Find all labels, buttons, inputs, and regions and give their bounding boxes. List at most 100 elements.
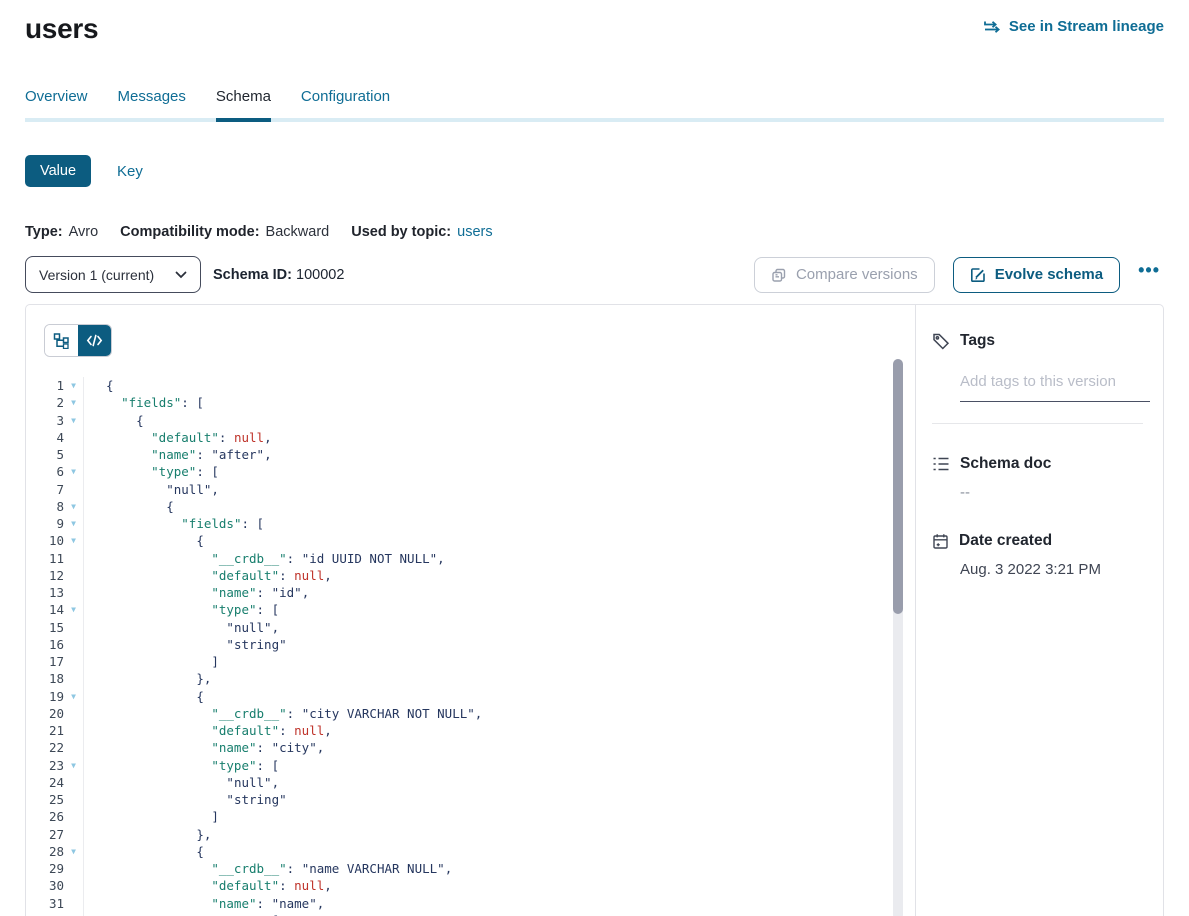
tab-schema[interactable]: Schema (216, 88, 271, 118)
code-content: "type": [ (83, 463, 915, 480)
code-line: 20 "__crdb__": "city VARCHAR NOT NULL", (26, 705, 915, 722)
line-number: 14 (26, 601, 64, 618)
key-toggle-button[interactable]: Key (117, 163, 143, 180)
fold-spacer (64, 429, 83, 446)
tab-configuration[interactable]: Configuration (301, 88, 390, 118)
code-line: 19▼ { (26, 688, 915, 705)
code-line: 17 ] (26, 653, 915, 670)
value-toggle-button[interactable]: Value (25, 155, 91, 187)
stream-lineage-link[interactable]: See in Stream lineage (984, 18, 1164, 35)
fold-toggle-icon[interactable]: ▼ (64, 601, 83, 618)
code-line: 6▼ "type": [ (26, 463, 915, 480)
fold-spacer (64, 619, 83, 636)
compare-versions-button[interactable]: Compare versions (754, 257, 935, 293)
line-number: 12 (26, 567, 64, 584)
code-line: 24 "null", (26, 774, 915, 791)
code-content: "type": [ (83, 912, 915, 916)
line-number: 26 (26, 808, 64, 825)
code-line: 11 "__crdb__": "id UUID NOT NULL", (26, 550, 915, 567)
code-line: 13 "name": "id", (26, 584, 915, 601)
evolve-schema-button[interactable]: Evolve schema (953, 257, 1120, 293)
fold-spacer (64, 860, 83, 877)
line-number: 10 (26, 532, 64, 549)
fold-toggle-icon[interactable]: ▼ (64, 377, 83, 394)
type-label: Type: (25, 224, 63, 240)
code-line: 30 "default": null, (26, 877, 915, 894)
schema-page: users See in Stream lineage Overview Mes… (0, 0, 1189, 916)
fold-spacer (64, 808, 83, 825)
line-number: 23 (26, 757, 64, 774)
code-content: { (83, 412, 915, 429)
line-number: 8 (26, 498, 64, 515)
meta-type: Type: Avro (25, 224, 98, 240)
code-line: 3▼ { (26, 412, 915, 429)
code-content: "null", (83, 774, 915, 791)
line-number: 31 (26, 895, 64, 912)
schema-doc-heading: Schema doc (932, 455, 1143, 473)
code-line: 1▼{ (26, 377, 915, 394)
sidebar-divider (932, 423, 1143, 424)
stream-lineage-label: See in Stream lineage (1009, 18, 1164, 35)
page-title: users (25, 12, 98, 46)
code-lines: 1▼{2▼ "fields": [3▼ {4 "default": null,5… (26, 377, 915, 916)
line-number: 1 (26, 377, 64, 394)
compare-versions-label: Compare versions (796, 266, 918, 283)
code-content: "name": "name", (83, 895, 915, 912)
used-by-topic-link[interactable]: users (457, 224, 492, 240)
code-line: 4 "default": null, (26, 429, 915, 446)
code-line: 28▼ { (26, 843, 915, 860)
fold-toggle-icon[interactable]: ▼ (64, 498, 83, 515)
type-value: Avro (69, 224, 99, 240)
evolve-schema-label: Evolve schema (995, 266, 1103, 283)
fold-spacer (64, 722, 83, 739)
fold-toggle-icon[interactable]: ▼ (64, 394, 83, 411)
code-line: 9▼ "fields": [ (26, 515, 915, 532)
tag-icon (932, 332, 950, 350)
tags-heading: Tags (932, 332, 1143, 350)
fold-toggle-icon[interactable]: ▼ (64, 515, 83, 532)
line-number: 6 (26, 463, 64, 480)
fold-spacer (64, 670, 83, 687)
code-content: "fields": [ (83, 515, 915, 532)
tab-messages[interactable]: Messages (118, 88, 186, 118)
version-controls: Version 1 (current) Schema ID: 100002 Co… (25, 256, 1164, 293)
code-editor[interactable]: 1▼{2▼ "fields": [3▼ {4 "default": null,5… (26, 359, 915, 916)
schema-sidebar: Tags Schema doc -- (915, 305, 1163, 916)
list-icon (932, 456, 950, 472)
fold-toggle-icon[interactable]: ▼ (64, 757, 83, 774)
code-line: 2▼ "fields": [ (26, 394, 915, 411)
fold-spacer (64, 567, 83, 584)
code-content: { (83, 843, 915, 860)
code-view-button[interactable] (78, 325, 111, 356)
fold-toggle-icon[interactable]: ▼ (64, 688, 83, 705)
code-line: 16 "string" (26, 636, 915, 653)
code-line: 8▼ { (26, 498, 915, 515)
fold-toggle-icon[interactable]: ▼ (64, 912, 83, 916)
add-tags-input[interactable] (960, 371, 1150, 402)
tags-section: Tags (932, 332, 1143, 424)
fold-toggle-icon[interactable]: ▼ (64, 843, 83, 860)
line-number: 9 (26, 515, 64, 532)
code-content: "null", (83, 481, 915, 498)
version-dropdown[interactable]: Version 1 (current) (25, 256, 201, 293)
line-number: 15 (26, 619, 64, 636)
editor-toolbar (26, 305, 915, 357)
schema-doc-section: Schema doc -- (932, 455, 1143, 501)
fold-toggle-icon[interactable]: ▼ (64, 412, 83, 429)
code-content: "name": "city", (83, 739, 915, 756)
line-number: 19 (26, 688, 64, 705)
fold-spacer (64, 653, 83, 670)
tree-view-button[interactable] (45, 325, 78, 356)
line-number: 30 (26, 877, 64, 894)
fold-toggle-icon[interactable]: ▼ (64, 463, 83, 480)
code-view-icon (86, 334, 103, 347)
code-content: { (83, 377, 915, 394)
code-line: 32▼ "type": [ (26, 912, 915, 916)
edit-schema-icon (970, 267, 986, 283)
editor-scrollbar[interactable] (893, 359, 903, 916)
code-content: "type": [ (83, 757, 915, 774)
fold-toggle-icon[interactable]: ▼ (64, 532, 83, 549)
tab-overview[interactable]: Overview (25, 88, 88, 118)
editor-scrollbar-thumb[interactable] (893, 359, 903, 614)
more-options-button[interactable]: ••• (1134, 260, 1164, 289)
